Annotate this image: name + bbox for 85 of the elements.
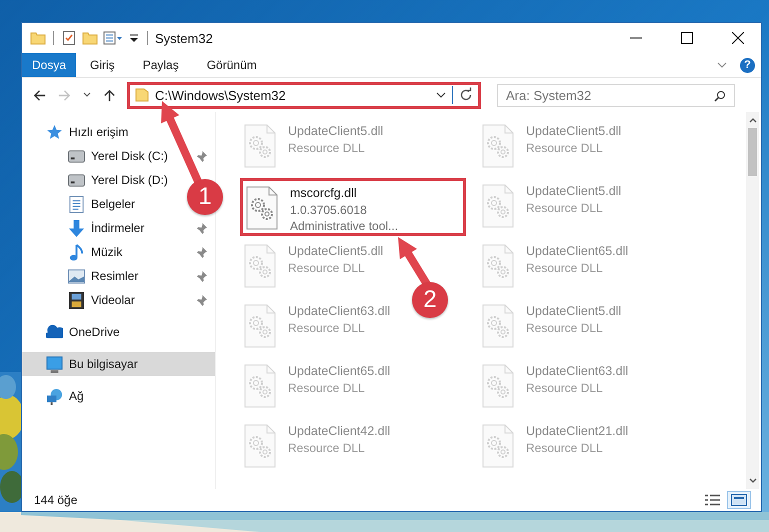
refresh-icon[interactable] — [458, 87, 474, 103]
file-detail: Resource DLL — [526, 440, 604, 456]
cloud-icon — [46, 324, 63, 340]
ribbon-tab[interactable]: Görünüm — [192, 53, 271, 77]
file-name: mscorcfg.dll — [290, 185, 358, 202]
file-name: UpdateClient42.dll — [288, 423, 390, 440]
drive-icon — [68, 148, 85, 164]
folder-icon[interactable] — [30, 30, 46, 46]
pin-icon[interactable] — [196, 150, 207, 162]
documents-icon — [68, 196, 85, 212]
file-detail: Resource DLL — [526, 200, 604, 216]
large-icons-view-icon[interactable] — [731, 494, 747, 506]
file-name: UpdateClient5.dll — [526, 303, 622, 320]
file-detail: Resource DLL — [526, 260, 604, 276]
sidebar-item[interactable]: Hızlı erişim — [22, 120, 215, 144]
checklist-icon[interactable] — [61, 30, 77, 46]
downloads-icon — [68, 220, 85, 236]
window-title: System32 — [155, 30, 213, 46]
file-detail: Resource DLL — [288, 260, 366, 276]
file-name: UpdateClient65.dll — [288, 363, 390, 380]
sidebar-item[interactable]: Müzik — [68, 241, 122, 263]
file-item[interactable]: mscorcfg.dll 1.0.3705.6018 Administrative tool... — [240, 178, 466, 236]
sidebar-item[interactable]: İndirmeler — [68, 217, 144, 239]
scroll-up-icon[interactable] — [748, 116, 758, 124]
up-arrow-icon[interactable] — [102, 88, 117, 102]
file-name: UpdateClient65.dll — [526, 243, 628, 260]
forward-arrow-icon[interactable] — [57, 88, 72, 102]
pin-icon[interactable] — [196, 222, 207, 234]
sidebar-item[interactable]: Belgeler — [68, 193, 136, 215]
scroll-thumb[interactable] — [748, 128, 757, 176]
file-detail: Resource DLL — [526, 380, 604, 396]
minimize-icon[interactable] — [630, 37, 642, 39]
address-path: C:\Windows\System32 — [155, 88, 286, 102]
file-detail: Resource DLL — [288, 140, 366, 156]
ribbon-tab[interactable]: Giriş — [76, 53, 129, 77]
star-icon — [46, 124, 63, 140]
search-icon[interactable] — [714, 90, 726, 102]
sidebar-item[interactable]: Yerel Disk (D:) — [68, 169, 168, 191]
pictures-icon — [68, 268, 85, 284]
file-name: UpdateClient5.dll — [288, 243, 384, 260]
sidebar-item[interactable]: OneDrive — [22, 320, 215, 344]
file-name: UpdateClient63.dll — [526, 363, 628, 380]
close-icon[interactable] — [732, 32, 744, 44]
folder-icon[interactable] — [82, 30, 98, 46]
file-detail: Resource DLL — [526, 320, 604, 336]
back-arrow-icon[interactable] — [32, 88, 47, 102]
file-detail: Resource DLL — [526, 140, 604, 156]
file-name: UpdateClient5.dll — [288, 123, 384, 140]
view-options-icon[interactable] — [103, 30, 123, 46]
scrollbar[interactable] — [746, 112, 759, 489]
drive-icon — [68, 172, 85, 188]
sidebar-item[interactable]: Ağ — [22, 384, 215, 408]
folder-icon — [134, 87, 150, 103]
dropdown-arrow-icon[interactable] — [128, 32, 140, 44]
sidebar-item[interactable]: Resimler — [68, 265, 138, 287]
music-icon — [68, 244, 85, 260]
ribbon-tab[interactable]: Dosya — [22, 53, 76, 77]
file-detail: Resource DLL — [288, 440, 366, 456]
sidebar-item[interactable]: Bu bilgisayar — [22, 352, 215, 376]
item-count: 144 öğe — [34, 493, 78, 507]
search-field[interactable]: Ara: System32 — [497, 84, 735, 106]
gear-file-icon[interactable] — [246, 186, 278, 230]
file-detail: Resource DLL — [288, 380, 366, 396]
large-icons-view-button[interactable] — [727, 491, 751, 509]
file-name: UpdateClient5.dll — [526, 183, 622, 200]
pin-icon[interactable] — [196, 294, 207, 306]
maximize-icon[interactable] — [681, 32, 693, 44]
sidebar-item[interactable]: Yerel Disk (C:) — [68, 145, 168, 167]
help-icon[interactable]: ? — [740, 58, 755, 72]
computer-icon — [46, 356, 63, 372]
file-detail: Resource DLL — [288, 320, 366, 336]
scroll-down-icon[interactable] — [748, 477, 758, 485]
details-view-icon[interactable] — [704, 494, 720, 506]
network-icon — [46, 388, 63, 404]
ribbon-tab[interactable]: Paylaş — [128, 53, 193, 77]
file-detail: Administrative tool... — [290, 218, 398, 234]
file-detail: 1.0.3705.6018 — [290, 202, 368, 218]
address-bar[interactable]: C:\Windows\System32 — [127, 82, 481, 108]
videos-icon — [68, 292, 85, 308]
file-name: UpdateClient21.dll — [526, 423, 628, 440]
file-name: UpdateClient5.dll — [526, 123, 622, 140]
pin-icon[interactable] — [196, 246, 207, 258]
pin-icon[interactable] — [196, 270, 207, 282]
file-name: UpdateClient63.dll — [288, 303, 390, 320]
sidebar-item[interactable]: Videolar — [68, 289, 135, 311]
